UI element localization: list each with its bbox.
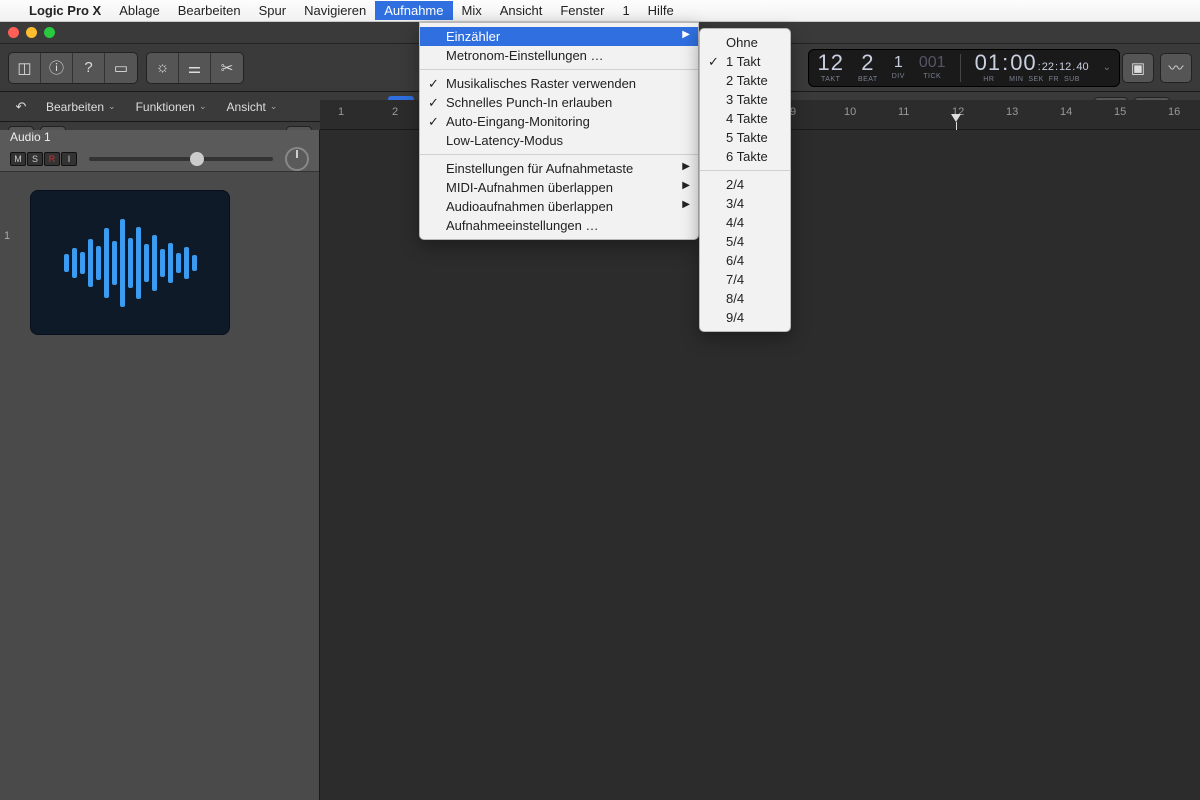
einzaehler-submenu-item[interactable]: 6 Takte (700, 147, 790, 166)
menubar-bearbeiten[interactable]: Bearbeiten (169, 1, 250, 20)
mute-button[interactable]: M (10, 152, 26, 166)
record-enable-button[interactable]: R (44, 152, 60, 166)
einzaehler-submenu-item[interactable]: 9/4 (700, 308, 790, 327)
track-buttons: M S R I (10, 152, 77, 166)
einzaehler-submenu-item[interactable]: 3/4 (700, 194, 790, 213)
aufnahme-menu-item[interactable]: ✓Schnelles Punch-In erlauben (420, 93, 698, 112)
aufnahme-menu-item[interactable]: Einzähler▶ (420, 27, 698, 46)
input-monitor-button[interactable]: I (61, 152, 77, 166)
pan-knob[interactable] (285, 147, 309, 171)
lcd-tick: 001 (919, 55, 946, 71)
einzaehler-submenu-item[interactable]: 7/4 (700, 270, 790, 289)
einzaehler-submenu-item[interactable]: 5/4 (700, 232, 790, 251)
menubar-spur[interactable]: Spur (250, 1, 295, 20)
macos-menubar: Logic Pro X Ablage Bearbeiten Spur Navig… (0, 0, 1200, 22)
minimize-icon[interactable] (26, 27, 37, 38)
aufnahme-menu: Einzähler▶Metronom-Einstellungen … ✓Musik… (419, 22, 699, 240)
einzaehler-submenu-item[interactable]: 8/4 (700, 289, 790, 308)
einzaehler-submenu: Ohne✓1 Takt2 Takte3 Takte4 Takte5 Takte6… (699, 28, 791, 332)
loop-browser-icon[interactable]: 〰 (1160, 53, 1192, 83)
einzaehler-submenu-item[interactable]: 4/4 (700, 213, 790, 232)
aufnahme-menu-item[interactable]: ✓Musikalisches Raster verwenden (420, 74, 698, 93)
lcd-bar: 12 (817, 52, 843, 74)
menubar-hilfe[interactable]: Hilfe (639, 1, 683, 20)
menubar-fenster[interactable]: Fenster (551, 1, 613, 20)
menubar-ansicht[interactable]: Ansicht (491, 1, 552, 20)
track-icon-area (0, 172, 319, 353)
menubar-aufnahme[interactable]: Aufnahme (375, 1, 452, 20)
aufnahme-menu-item[interactable]: ✓Auto-Eingang-Monitoring (420, 112, 698, 131)
mixer-icon[interactable]: ⚌ (179, 53, 211, 83)
einzaehler-submenu-item[interactable]: Ohne (700, 33, 790, 52)
smart-controls-icon[interactable]: ☼ (147, 53, 179, 83)
audio-waveform-icon (30, 190, 230, 335)
chevron-down-icon[interactable]: ⌄ (1103, 62, 1111, 73)
menubar-navigieren[interactable]: Navigieren (295, 1, 375, 20)
aufnahme-menu-item[interactable]: Aufnahmeeinstellungen … (420, 216, 698, 235)
aufnahme-menu-item[interactable]: Audioaufnahmen überlappen▶ (420, 197, 698, 216)
zoom-icon[interactable] (44, 27, 55, 38)
view-buttons: ◫ ⓘ ? ▭ (8, 52, 138, 84)
back-icon[interactable]: ↶ (8, 96, 34, 118)
library-icon[interactable]: ◫ (9, 53, 41, 83)
track-row-number: 1 (4, 230, 10, 242)
edit-dropdown[interactable]: Bearbeiten⌄ (38, 97, 124, 117)
menubar-app[interactable]: Logic Pro X (20, 1, 110, 20)
menubar-1[interactable]: 1 (613, 1, 638, 20)
inspector-icon[interactable]: ⓘ (41, 53, 73, 83)
volume-fader[interactable] (89, 157, 273, 161)
solo-button[interactable]: S (27, 152, 43, 166)
toolbar-icon[interactable]: ▭ (105, 53, 137, 83)
aufnahme-menu-item[interactable]: Einstellungen für Aufnahmetaste▶ (420, 159, 698, 178)
lcd-time: 01:00:22:12.40 (975, 52, 1089, 74)
menubar-mix[interactable]: Mix (453, 1, 491, 20)
einzaehler-submenu-item[interactable]: 3 Takte (700, 90, 790, 109)
lcd-beat: 2 (861, 52, 874, 74)
einzaehler-submenu-item[interactable]: 4 Takte (700, 109, 790, 128)
aufnahme-menu-item[interactable]: MIDI-Aufnahmen überlappen▶ (420, 178, 698, 197)
aufnahme-menu-item[interactable]: Metronom-Einstellungen … (420, 46, 698, 65)
einzaehler-submenu-item[interactable]: 5 Takte (700, 128, 790, 147)
edit-buttons: ☼ ⚌ ✂ (146, 52, 244, 84)
functions-dropdown[interactable]: Funktionen⌄ (128, 97, 215, 117)
einzaehler-submenu-item[interactable]: ✓1 Takt (700, 52, 790, 71)
track-name[interactable]: Audio 1 (10, 130, 309, 144)
einzaehler-submenu-item[interactable]: 2 Takte (700, 71, 790, 90)
menubar-ablage[interactable]: Ablage (110, 1, 168, 20)
einzaehler-submenu-item[interactable]: 2/4 (700, 175, 790, 194)
note-pad-icon[interactable]: ▣ (1122, 53, 1154, 83)
scissors-icon[interactable]: ✂ (211, 53, 243, 83)
lcd-display[interactable]: 12TAKT 2BEAT 1DIV 001TICK 01:00:22:12.40… (808, 49, 1120, 87)
lcd-div: 1 (894, 55, 903, 71)
track-headers: 1 Audio 1 M S R I (0, 130, 320, 800)
traffic-lights (8, 27, 55, 38)
einzaehler-submenu-item[interactable]: 6/4 (700, 251, 790, 270)
track-header[interactable]: Audio 1 M S R I (0, 130, 319, 172)
close-icon[interactable] (8, 27, 19, 38)
help-icon[interactable]: ? (73, 53, 105, 83)
view-dropdown[interactable]: Ansicht⌄ (219, 97, 286, 117)
aufnahme-menu-item[interactable]: Low-Latency-Modus (420, 131, 698, 150)
